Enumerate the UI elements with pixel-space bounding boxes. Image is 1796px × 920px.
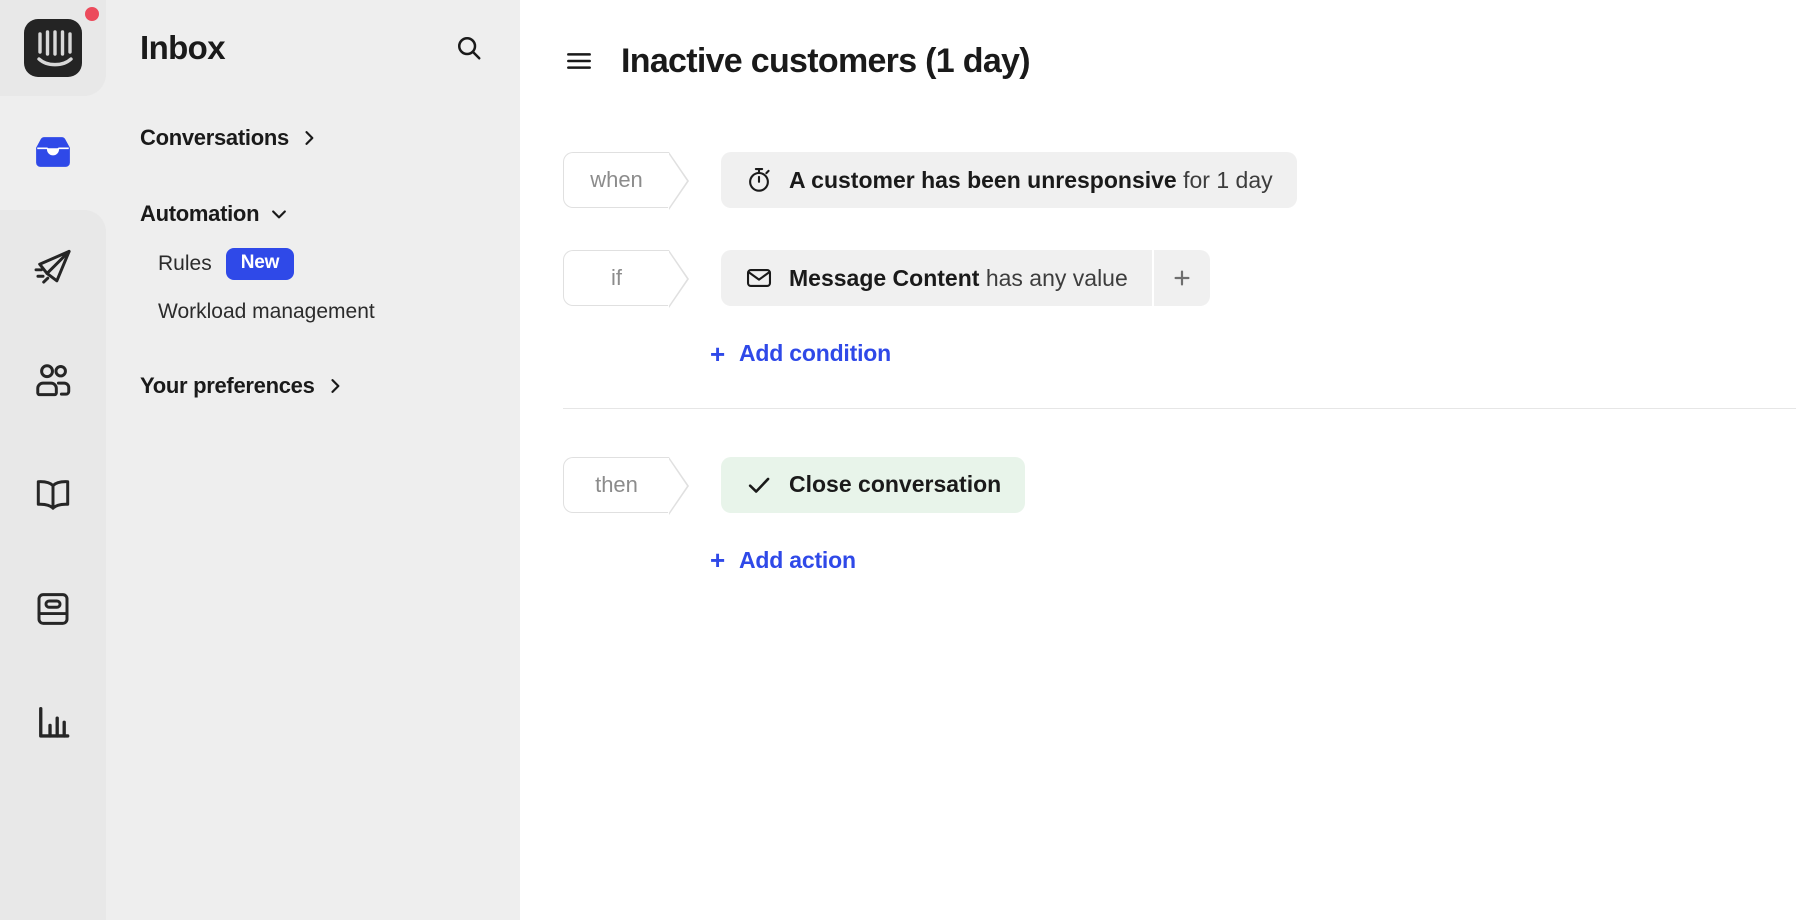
plus-icon [1174,270,1190,286]
page-title: Inbox [140,29,226,66]
sidebar-item-outbound[interactable] [0,210,106,324]
rule-editor-panel: Inactive customers (1 day) when A custom… [520,0,1796,920]
search-button[interactable] [452,31,486,65]
sidebar-nav: Conversations Automation Rules New Workl… [106,96,520,410]
sidebar-item-label: Automation [140,201,260,226]
add-action-row: + Add action [520,547,1796,575]
sidebar-item-news[interactable] [0,552,106,666]
then-tag: then [563,456,689,515]
sidebar-item-your-preferences[interactable]: Your preferences [106,362,520,410]
condition-text-light: has any value [979,264,1128,291]
action-pill[interactable]: Close conversation [721,456,1026,513]
add-condition-value-button[interactable] [1153,250,1210,306]
sidebar-item-label: Conversations [140,125,289,150]
plus-icon: + [710,338,725,369]
sidebar-item-automation[interactable]: Automation [106,190,520,238]
chevron-right-icon [330,379,339,393]
hamburger-menu-button[interactable] [563,45,595,77]
main-header: Inactive customers (1 day) [520,0,1796,92]
sidebar-item-workload-management[interactable]: Workload management [106,290,520,334]
app-root: Inbox Conversations Automation Rules New… [0,0,1796,920]
sidebar-item-contacts[interactable] [0,324,106,438]
trigger-text-light: for 1 day [1176,166,1273,193]
book-icon [36,480,70,510]
add-action-button[interactable]: + Add action [710,547,856,574]
chevron-right-icon [305,131,314,145]
section-divider [563,407,1796,409]
rule-title: Inactive customers (1 day) [621,41,1031,80]
add-condition-label: Add condition [738,340,891,366]
primary-nav-rail [0,0,106,920]
trigger-text: A customer has been unresponsive for 1 d… [789,167,1273,194]
if-tag: if [563,250,689,308]
inbox-sidebar: Inbox Conversations Automation Rules New… [106,0,520,920]
sidebar-item-reports[interactable] [0,666,106,780]
chevron-down-icon [272,210,287,219]
contacts-icon [36,364,71,397]
envelope-icon [745,264,773,292]
condition-pill[interactable]: Message Content has any value [721,250,1152,306]
condition-text: Message Content has any value [789,265,1128,292]
add-condition-row: + Add condition [520,340,1796,368]
add-action-label: Add action [738,546,856,573]
checkmark-icon [745,471,773,499]
stopwatch-icon [745,166,773,194]
bar-chart-icon [39,706,70,738]
search-icon [457,36,481,60]
sidebar-item-knowledge-base[interactable] [0,438,106,552]
sidebar-item-label: Your preferences [140,373,315,398]
add-condition-button[interactable]: + Add condition [710,340,891,367]
condition-row: if Message Content has any value [520,250,1796,308]
action-label: Close conversation [789,471,1002,497]
news-card-icon [37,593,69,625]
inbox-icon [36,137,70,167]
when-tag: when [563,152,689,210]
trigger-row: when A customer has been unresponsive fo… [520,152,1796,210]
hamburger-menu-icon [567,53,591,69]
intercom-logo-glyph [37,30,73,67]
sidebar-item-label: Rules [158,252,212,275]
plus-icon: + [710,545,725,575]
sidebar-item-inbox[interactable] [0,74,106,232]
condition-text-bold: Message Content [789,264,980,291]
action-row: then Close conversation [520,456,1796,515]
condition-pill-group: Message Content has any value [721,250,1210,306]
rule-body: when A customer has been unresponsive fo… [520,152,1796,574]
intercom-logo[interactable] [24,19,82,77]
sidebar-item-label: Workload management [158,300,375,323]
sidebar-header: Inbox [106,0,520,96]
notification-dot [82,4,102,24]
sidebar-item-rules[interactable]: Rules New [106,238,520,290]
trigger-text-bold: A customer has been unresponsive [789,166,1177,193]
status-badge: New [225,248,295,280]
sidebar-item-conversations[interactable]: Conversations [106,114,520,162]
trigger-pill[interactable]: A customer has been unresponsive for 1 d… [721,152,1297,208]
paper-plane-icon [34,249,71,284]
